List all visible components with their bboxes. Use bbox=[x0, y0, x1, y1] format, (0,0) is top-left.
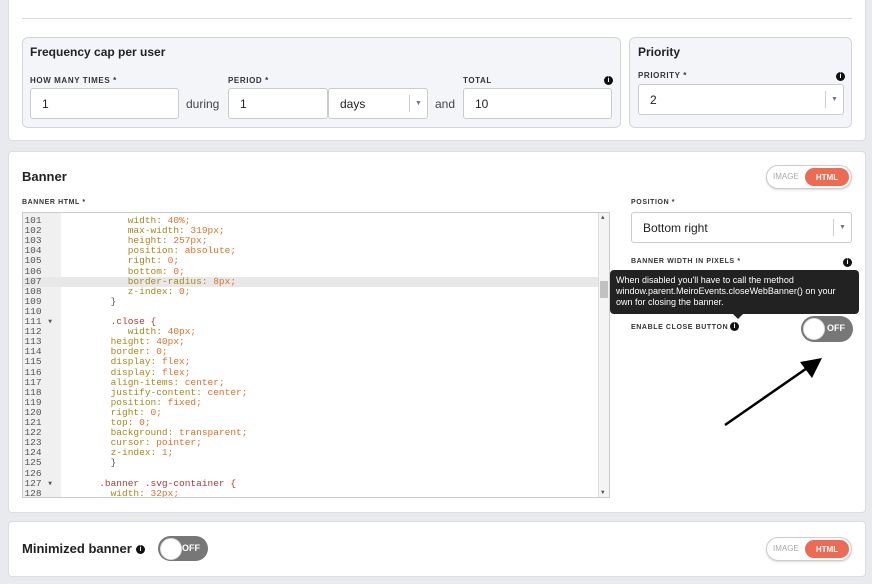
code-line[interactable]: 109 } bbox=[23, 295, 599, 307]
code-line[interactable]: 105 right: 0; bbox=[23, 256, 599, 266]
frequency-cap-title: Frequency cap per user bbox=[30, 45, 166, 59]
period-unit-value: days bbox=[340, 96, 366, 111]
priority-value: 2 bbox=[650, 92, 657, 107]
total-label: TOTAL bbox=[463, 76, 492, 85]
scrollbar-thumb[interactable] bbox=[600, 281, 608, 298]
minimized-banner-title: Minimized banner bbox=[22, 541, 132, 556]
toggle-state: OFF bbox=[182, 543, 200, 553]
code-text: } bbox=[65, 457, 117, 469]
info-icon[interactable]: i bbox=[836, 72, 845, 81]
code-line[interactable]: 128 width: 32px; bbox=[23, 487, 599, 498]
position-select[interactable]: Bottom right ▼ bbox=[631, 212, 852, 243]
and-text: and bbox=[435, 97, 456, 111]
line-number: 125 bbox=[24, 457, 53, 469]
editor-scrollbar[interactable]: ▲ ▼ bbox=[598, 213, 609, 497]
chevron-down-icon: ▼ bbox=[833, 219, 851, 236]
chevron-down-icon: ▼ bbox=[409, 95, 427, 112]
line-number: 115 bbox=[24, 356, 53, 368]
banner-title: Banner bbox=[22, 169, 67, 184]
enable-close-label: ENABLE CLOSE BUTTON bbox=[631, 324, 729, 331]
minimized-mode-switch[interactable]: IMAGE HTML bbox=[766, 537, 852, 561]
chevron-down-icon: ▼ bbox=[825, 91, 843, 108]
position-label: POSITION * bbox=[631, 199, 676, 206]
code-text: } bbox=[65, 295, 117, 307]
priority-select[interactable]: 2 ▼ bbox=[638, 84, 844, 115]
info-icon[interactable]: i bbox=[730, 322, 739, 331]
close-button-tooltip: When disabled you'll have to call the me… bbox=[610, 270, 859, 319]
toggle-state: OFF bbox=[827, 323, 845, 333]
code-line[interactable]: 115 display: flex; bbox=[23, 357, 599, 367]
banner-mode-switch[interactable]: IMAGE HTML bbox=[766, 165, 852, 189]
how-many-label: HOW MANY TIMES * bbox=[30, 76, 117, 85]
period-label: PERIOD * bbox=[228, 76, 269, 85]
mode-image-option[interactable]: IMAGE bbox=[773, 544, 799, 553]
how-many-input[interactable]: 1 bbox=[30, 88, 179, 119]
toggle-knob bbox=[160, 538, 182, 560]
arrow-annotation bbox=[724, 358, 822, 427]
mode-html-option[interactable]: HTML bbox=[805, 540, 849, 558]
scroll-down-icon[interactable]: ▼ bbox=[601, 489, 605, 496]
code-line[interactable]: 125 } bbox=[23, 458, 599, 468]
banner-width-label: BANNER WIDTH IN PIXELS * bbox=[631, 258, 741, 265]
code-text: right: 0; bbox=[65, 255, 180, 267]
position-value: Bottom right bbox=[643, 220, 708, 235]
period-unit-select[interactable]: days ▼ bbox=[328, 88, 428, 119]
mode-image-option[interactable]: IMAGE bbox=[773, 172, 799, 181]
line-number: 128 bbox=[24, 487, 53, 498]
priority-title: Priority bbox=[638, 45, 681, 59]
code-text: width: 32px; bbox=[65, 487, 180, 498]
banner-html-label: BANNER HTML * bbox=[22, 199, 86, 206]
scroll-up-icon[interactable]: ▲ bbox=[601, 214, 605, 221]
toggle-knob bbox=[803, 318, 825, 340]
info-icon[interactable]: i bbox=[843, 258, 852, 267]
period-input[interactable]: 1 bbox=[228, 88, 328, 119]
mode-html-option[interactable]: HTML bbox=[805, 168, 849, 186]
info-icon[interactable]: i bbox=[136, 545, 145, 554]
priority-label: PRIORITY * bbox=[638, 71, 687, 80]
info-icon[interactable]: i bbox=[604, 76, 613, 85]
minimized-banner-toggle[interactable]: OFF bbox=[158, 536, 208, 561]
code-editor[interactable]: 101 width: 40%; 102 max-width: 319px; 103 … bbox=[22, 212, 610, 498]
enable-close-toggle[interactable]: OFF bbox=[801, 316, 853, 342]
during-text: during bbox=[186, 97, 220, 111]
line-number: 105 bbox=[24, 255, 53, 267]
divider bbox=[22, 18, 852, 19]
total-input[interactable]: 10 bbox=[463, 88, 612, 119]
